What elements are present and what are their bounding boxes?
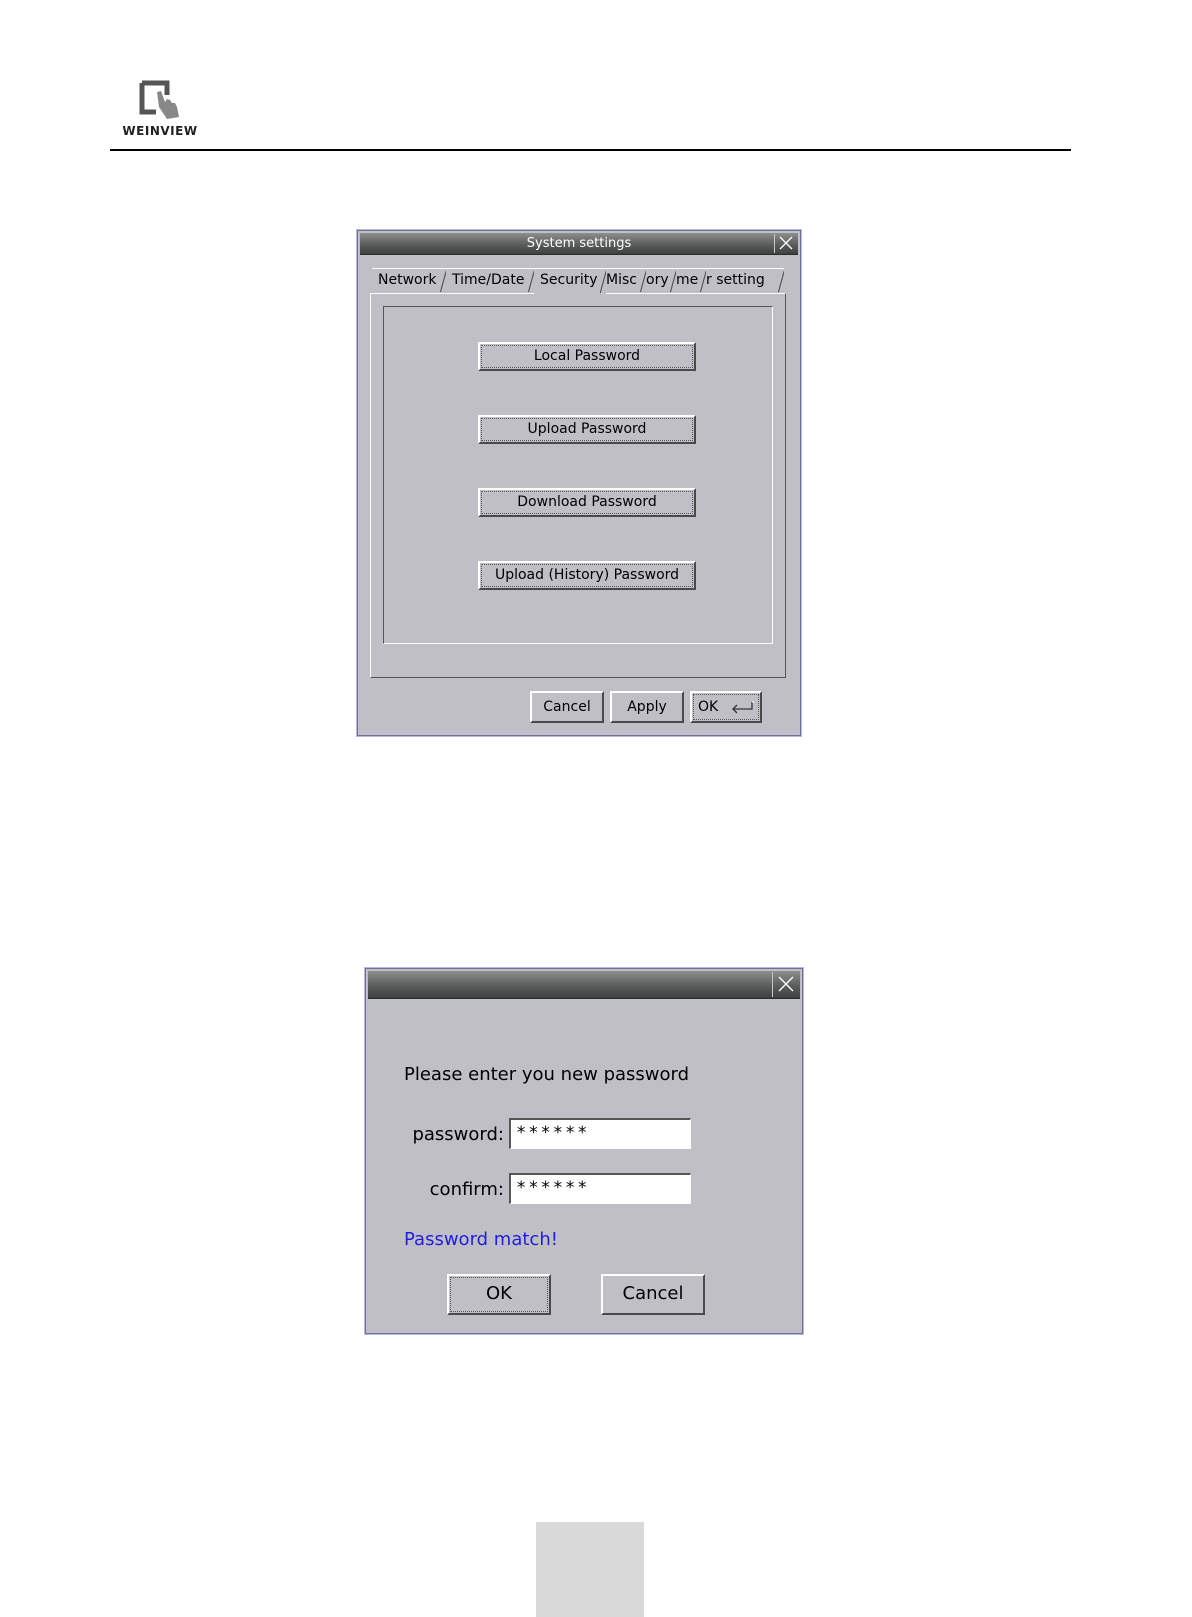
tab-network[interactable]: Network	[372, 268, 446, 292]
button-label: OK	[698, 699, 719, 715]
close-icon	[778, 976, 794, 992]
button-label: Apply	[627, 699, 667, 715]
weinview-logo: WEINVIEW	[110, 80, 210, 144]
titlebar[interactable]: System settings	[360, 233, 798, 255]
download-password-button[interactable]: Download Password	[478, 488, 696, 517]
button-label: Download Password	[517, 494, 657, 510]
new-password-dialog: Please enter you new password password: …	[365, 968, 803, 1334]
cancel-button[interactable]: Cancel	[601, 1274, 705, 1315]
confirm-field[interactable]: ******	[509, 1173, 691, 1204]
local-password-button[interactable]: Local Password	[478, 342, 696, 371]
upload-history-password-button[interactable]: Upload (History) Password	[478, 561, 696, 590]
close-icon	[779, 236, 793, 250]
button-label: Cancel	[543, 699, 591, 715]
security-group: Local Password Upload Password Download …	[383, 306, 773, 644]
tab-label: me	[676, 272, 699, 288]
button-label: Cancel	[622, 1283, 684, 1304]
tab-time-date[interactable]: Time/Date	[446, 268, 534, 292]
titlebar[interactable]	[368, 971, 800, 999]
cancel-button[interactable]: Cancel	[530, 691, 604, 723]
enter-icon	[732, 701, 754, 714]
close-button[interactable]	[774, 234, 797, 253]
prompt-text: Please enter you new password	[404, 1064, 690, 1085]
system-settings-dialog: System settings Network Time/Date Securi…	[357, 230, 801, 736]
ok-button[interactable]: OK	[690, 691, 762, 723]
password-label: password:	[412, 1124, 504, 1145]
tab-bar: Network Time/Date Security Misc ory me r…	[372, 268, 792, 295]
tab-label: Misc	[606, 272, 637, 288]
tab-security[interactable]: Security	[534, 268, 606, 295]
tab-misc[interactable]: Misc	[606, 268, 646, 292]
confirm-label: confirm:	[429, 1179, 504, 1200]
dialog-title: System settings	[526, 236, 632, 251]
ok-button[interactable]: OK	[447, 1274, 551, 1315]
apply-button[interactable]: Apply	[610, 691, 684, 723]
tab-label: Time/Date	[452, 272, 525, 288]
tab-memory[interactable]: ory	[646, 268, 676, 292]
tab-printer-setting[interactable]: r setting	[706, 268, 784, 292]
button-label: Local Password	[533, 348, 641, 364]
button-label: Upload (History) Password	[494, 567, 680, 583]
tab-label: ory	[646, 272, 669, 288]
logo-text: WEINVIEW	[122, 124, 198, 138]
tab-time[interactable]: me	[676, 268, 706, 292]
button-label: OK	[486, 1283, 512, 1304]
page-number-box	[536, 1522, 644, 1617]
button-label: Upload Password	[527, 421, 647, 437]
tab-label: r setting	[706, 272, 765, 288]
close-button[interactable]	[772, 972, 799, 997]
header-rule	[110, 149, 1071, 151]
upload-password-button[interactable]: Upload Password	[478, 415, 696, 444]
tab-label: Security	[540, 272, 598, 288]
password-match-status: Password match!	[404, 1229, 558, 1250]
touch-hand-icon	[139, 80, 179, 119]
tab-label: Network	[378, 272, 437, 288]
password-field[interactable]: ******	[509, 1118, 691, 1149]
